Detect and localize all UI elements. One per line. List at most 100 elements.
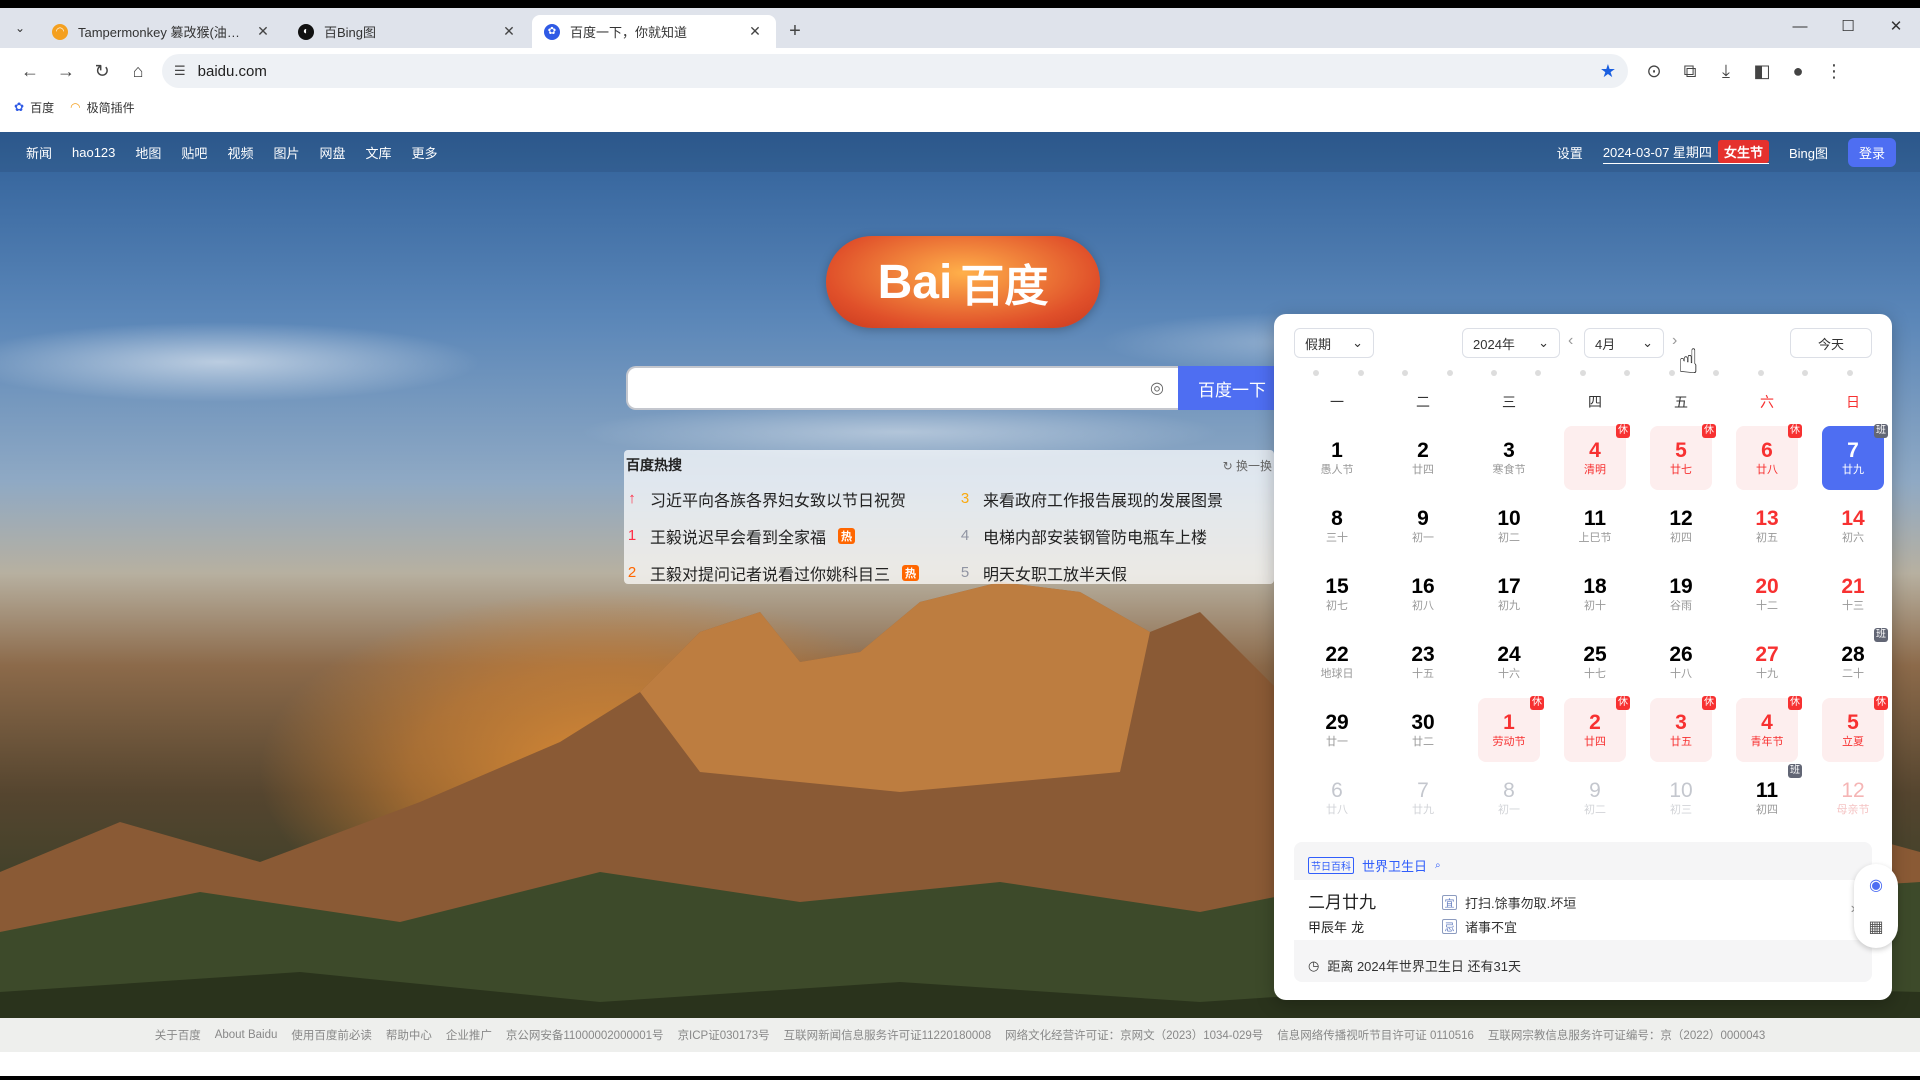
nav-link-images[interactable]: 图片 [273, 143, 299, 162]
calendar-day[interactable]: 27 十九 [1736, 630, 1798, 694]
calendar-day[interactable]: 17 初九 [1478, 562, 1540, 626]
bookmark-jijian[interactable]: ◠ 极简插件 [70, 99, 135, 116]
footer-link[interactable]: 信息网络传播视听节目许可证 0110516 [1277, 1027, 1474, 1043]
tab-baidu[interactable]: ✿ 百度一下，你就知道 ✕ [532, 15, 776, 48]
calendar-day[interactable]: 12 初四 [1650, 494, 1712, 558]
calendar-day[interactable]: 3 寒食节 [1478, 426, 1540, 490]
next-month-icon[interactable]: › [1672, 332, 1677, 350]
calendar-day[interactable]: 2 廿四 休 [1564, 696, 1630, 762]
minimize-icon[interactable]: — [1776, 8, 1824, 44]
calendar-day[interactable]: 1 劳动节 休 [1478, 696, 1544, 762]
login-button[interactable]: 登录 [1847, 137, 1896, 167]
hot-item[interactable]: 3 来看政府工作报告展现的发展图景 [959, 480, 1272, 517]
calendar-day[interactable]: 10 初二 [1478, 494, 1540, 558]
footer-link[interactable]: 互联网宗教信息服务许可证编号：京（2022）0000043 [1488, 1027, 1765, 1043]
hot-item[interactable]: 5 明天女职工放半天假 [959, 554, 1272, 591]
tab-bing[interactable]: ◐ 百Bing图 ✕ [286, 15, 530, 48]
calendar-day[interactable]: 11 上巳节 [1564, 494, 1626, 558]
calendar-day[interactable]: 29 廿一 [1306, 698, 1368, 762]
new-tab-icon[interactable]: + [778, 15, 812, 48]
nav-link-wenku[interactable]: 文库 [365, 143, 391, 162]
calendar-day[interactable]: 4 青年节 休 [1736, 696, 1802, 762]
calendar-day[interactable]: 25 十七 [1564, 630, 1626, 694]
search-input[interactable]: ◎ [626, 366, 1178, 410]
calendar-day[interactable]: 5 廿七 休 [1650, 424, 1716, 490]
footer-link[interactable]: About Baidu [215, 1029, 278, 1041]
calendar-day[interactable]: 4 清明 休 [1564, 424, 1630, 490]
footer-link[interactable]: 使用百度前必读 [291, 1027, 372, 1043]
sidebar-icon[interactable]: ◧ [1744, 53, 1780, 89]
close-tab-icon[interactable]: ✕ [254, 23, 272, 40]
calendar-day[interactable]: 6 廿八 [1306, 766, 1368, 830]
calendar-day[interactable]: 18 初十 [1564, 562, 1626, 626]
nav-link-pan[interactable]: 网盘 [319, 143, 345, 162]
tab-search-icon[interactable]: ⌄ [0, 8, 40, 48]
month-select[interactable]: 4月 ⌄ [1584, 328, 1664, 358]
nav-link-video[interactable]: 视频 [227, 143, 253, 162]
calendar-day[interactable]: 20 十二 [1736, 562, 1798, 626]
calendar-date-trigger[interactable]: 2024-03-07 星期四 女生节 [1602, 140, 1769, 164]
footer-link[interactable]: 京ICP证030173号 [678, 1027, 770, 1043]
forward-icon[interactable]: → [48, 53, 84, 89]
reload-icon[interactable]: ↻ [84, 53, 120, 89]
feedback-icon[interactable]: ◉ [1869, 875, 1883, 895]
calendar-day[interactable]: 7 廿九 班 [1822, 424, 1888, 490]
bing-image-link[interactable]: Bing图 [1789, 143, 1828, 162]
calendar-day[interactable]: 2 廿四 [1392, 426, 1454, 490]
footer-link[interactable]: 关于百度 [155, 1027, 201, 1043]
hot-item[interactable]: 2 王毅对提问记者说看过你姚科目三热 [626, 554, 939, 591]
calendar-day[interactable]: 8 三十 [1306, 494, 1368, 558]
calendar-day[interactable]: 13 初五 [1736, 494, 1798, 558]
festival-line[interactable]: 节日百科 世界卫生日 ⌕ [1308, 856, 1441, 875]
calendar-day[interactable]: 3 廿五 休 [1650, 696, 1716, 762]
lunar-info[interactable]: 二月廿九 甲辰年 龙 宜打扫.馀事勿取.坏垣 忌诸事不宜 › [1294, 880, 1872, 940]
holiday-select[interactable]: 假期 ⌄ [1294, 328, 1374, 358]
nav-link-more[interactable]: 更多 [412, 143, 438, 162]
settings-link[interactable]: 设置 [1557, 143, 1583, 162]
search-button[interactable]: 百度一下 [1178, 366, 1286, 410]
close-window-icon[interactable]: ✕ [1872, 8, 1920, 44]
close-tab-icon[interactable]: ✕ [746, 23, 764, 40]
hot-search-title[interactable]: 百度热搜 [626, 455, 682, 475]
home-icon[interactable]: ⌂ [120, 53, 156, 89]
back-icon[interactable]: ← [12, 53, 48, 89]
calendar-day[interactable]: 26 十八 [1650, 630, 1712, 694]
bookmark-baidu[interactable]: ✿ 百度 [14, 99, 54, 116]
extensions-icon[interactable]: ⧉ [1672, 53, 1708, 89]
calendar-day[interactable]: 24 十六 [1478, 630, 1540, 694]
hot-item[interactable]: ↑ 习近平向各族各界妇女致以节日祝贺 [626, 480, 939, 517]
calendar-day[interactable]: 10 初三 [1650, 766, 1712, 830]
today-button[interactable]: 今天 [1790, 328, 1872, 358]
hot-item[interactable]: 4 电梯内部安装钢管防电瓶车上楼 [959, 517, 1272, 554]
footer-link[interactable]: 京公网安备11000002000001号 [506, 1027, 664, 1043]
calendar-day[interactable]: 19 谷雨 [1650, 562, 1712, 626]
incognito-icon[interactable]: ⊙ [1636, 53, 1672, 89]
calendar-day[interactable]: 28 二十 班 [1822, 628, 1888, 694]
nav-link-map[interactable]: 地图 [135, 143, 161, 162]
calendar-day[interactable]: 5 立夏 休 [1822, 696, 1888, 762]
footer-link[interactable]: 互联网新闻信息服务许可证11220180008 [784, 1027, 992, 1043]
year-select[interactable]: 2024年 ⌄ [1462, 328, 1560, 358]
nav-link-tieba[interactable]: 贴吧 [181, 143, 207, 162]
close-tab-icon[interactable]: ✕ [500, 23, 518, 40]
calendar-day[interactable]: 22 地球日 [1306, 630, 1368, 694]
baidu-logo[interactable]: Bai 百度 [826, 236, 1100, 328]
address-bar[interactable]: ☰ baidu.com ★ [162, 54, 1628, 88]
menu-icon[interactable]: ⋮ [1816, 53, 1852, 89]
nav-link-hao123[interactable]: hao123 [72, 145, 115, 160]
nav-link-news[interactable]: 新闻 [26, 143, 52, 162]
download-icon[interactable]: ⤓ [1708, 53, 1744, 89]
site-info-icon[interactable]: ☰ [174, 63, 186, 79]
camera-icon[interactable]: ◎ [1150, 378, 1164, 398]
calendar-day[interactable]: 12 母亲节 [1822, 766, 1884, 830]
calendar-day[interactable]: 15 初七 [1306, 562, 1368, 626]
calendar-day[interactable]: 7 廿九 [1392, 766, 1454, 830]
hot-item[interactable]: 1 王毅说迟早会看到全家福热 [626, 517, 939, 554]
refresh-hot-button[interactable]: ↻ 换一换 [1223, 457, 1272, 474]
calendar-day[interactable]: 30 廿二 [1392, 698, 1454, 762]
footer-link[interactable]: 企业推广 [446, 1027, 492, 1043]
footer-link[interactable]: 帮助中心 [386, 1027, 432, 1043]
qr-code-icon[interactable]: ▦ [1868, 917, 1883, 937]
calendar-day[interactable]: 9 初一 [1392, 494, 1454, 558]
tab-tampermonkey[interactable]: ◠ Tampermonkey 篡改猴(油猴脚本) ✕ [40, 15, 284, 48]
